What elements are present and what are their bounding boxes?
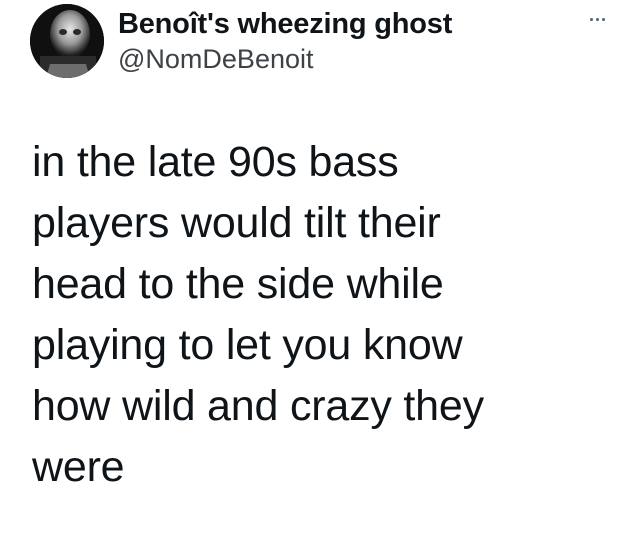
- avatar[interactable]: [30, 4, 104, 78]
- display-name[interactable]: Benoît's wheezing ghost: [118, 6, 452, 42]
- tweet-text: in the late 90s bass players would tilt …: [32, 138, 484, 491]
- tweet-card: Benoît's wheezing ghost @NomDeBenoit in …: [0, 0, 640, 534]
- avatar-image: [30, 4, 104, 78]
- user-handle[interactable]: @NomDeBenoit: [118, 42, 314, 76]
- more-horizontal-icon[interactable]: [580, 6, 614, 32]
